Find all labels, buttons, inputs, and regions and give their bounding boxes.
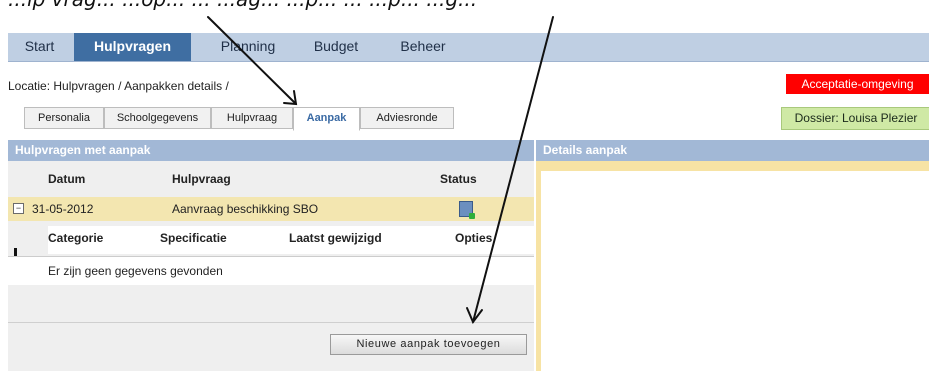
divider (8, 322, 534, 323)
empty-message: Er zijn geen gegevens gevonden (48, 264, 223, 278)
column-laatst-gewijzigd[interactable]: Laatst gewijzigd (289, 231, 382, 245)
column-datum[interactable]: Datum (48, 172, 85, 186)
table-row[interactable]: − 31-05-2012 Aanvraag beschikking SBO (8, 197, 534, 221)
add-aanpak-button[interactable]: Nieuwe aanpak toevoegen (330, 334, 527, 355)
nav-start[interactable]: Start (8, 33, 71, 61)
tab-aanpak[interactable]: Aanpak (293, 107, 360, 131)
environment-badge: Acceptatie-omgeving (786, 74, 929, 94)
tab-hulpvraag[interactable]: Hulpvraag (211, 107, 293, 129)
column-status[interactable]: Status (440, 172, 477, 186)
right-panel-title: Details aanpak (536, 140, 929, 161)
column-hulpvraag[interactable]: Hulpvraag (172, 172, 231, 186)
column-specificatie[interactable]: Specificatie (160, 231, 227, 245)
tab-adviesronde[interactable]: Adviesronde (360, 107, 454, 129)
arrow-head-aanpak (283, 90, 298, 106)
nav-beheer[interactable]: Beheer (388, 33, 458, 61)
table-header: Datum Hulpvraag Status (8, 168, 534, 190)
left-panel-title: Hulpvragen met aanpak (8, 140, 534, 161)
details-content (541, 171, 929, 371)
row-hulpvraag: Aanvraag beschikking SBO (172, 202, 319, 216)
nav-budget[interactable]: Budget (301, 33, 371, 61)
collapse-toggle-icon[interactable]: − (13, 203, 24, 214)
table-footer (8, 285, 534, 321)
row-datum: 31-05-2012 (32, 202, 94, 216)
sub-table-header: Categorie Specificatie Laatst gewijzigd … (48, 226, 534, 254)
document-check-icon[interactable] (459, 201, 475, 219)
empty-message-row: Er zijn geen gegevens gevonden (8, 256, 534, 286)
annotation-text: ...lp vrag... ...op... ... ...ag... ...p… (8, 0, 928, 17)
column-categorie[interactable]: Categorie (48, 231, 103, 245)
nav-hulpvragen[interactable]: Hulpvragen (74, 33, 191, 61)
column-opties[interactable]: Opties (455, 231, 492, 245)
dossier-badge: Dossier: Louisa Plezier (781, 107, 929, 130)
top-navigation: Start Hulpvragen Planning Budget Beheer (8, 33, 929, 62)
nav-planning[interactable]: Planning (203, 33, 293, 61)
breadcrumb: Locatie: Hulpvragen / Aanpakken details … (8, 79, 229, 93)
tab-schoolgegevens[interactable]: Schoolgegevens (104, 107, 211, 129)
tab-personalia[interactable]: Personalia (24, 107, 104, 129)
